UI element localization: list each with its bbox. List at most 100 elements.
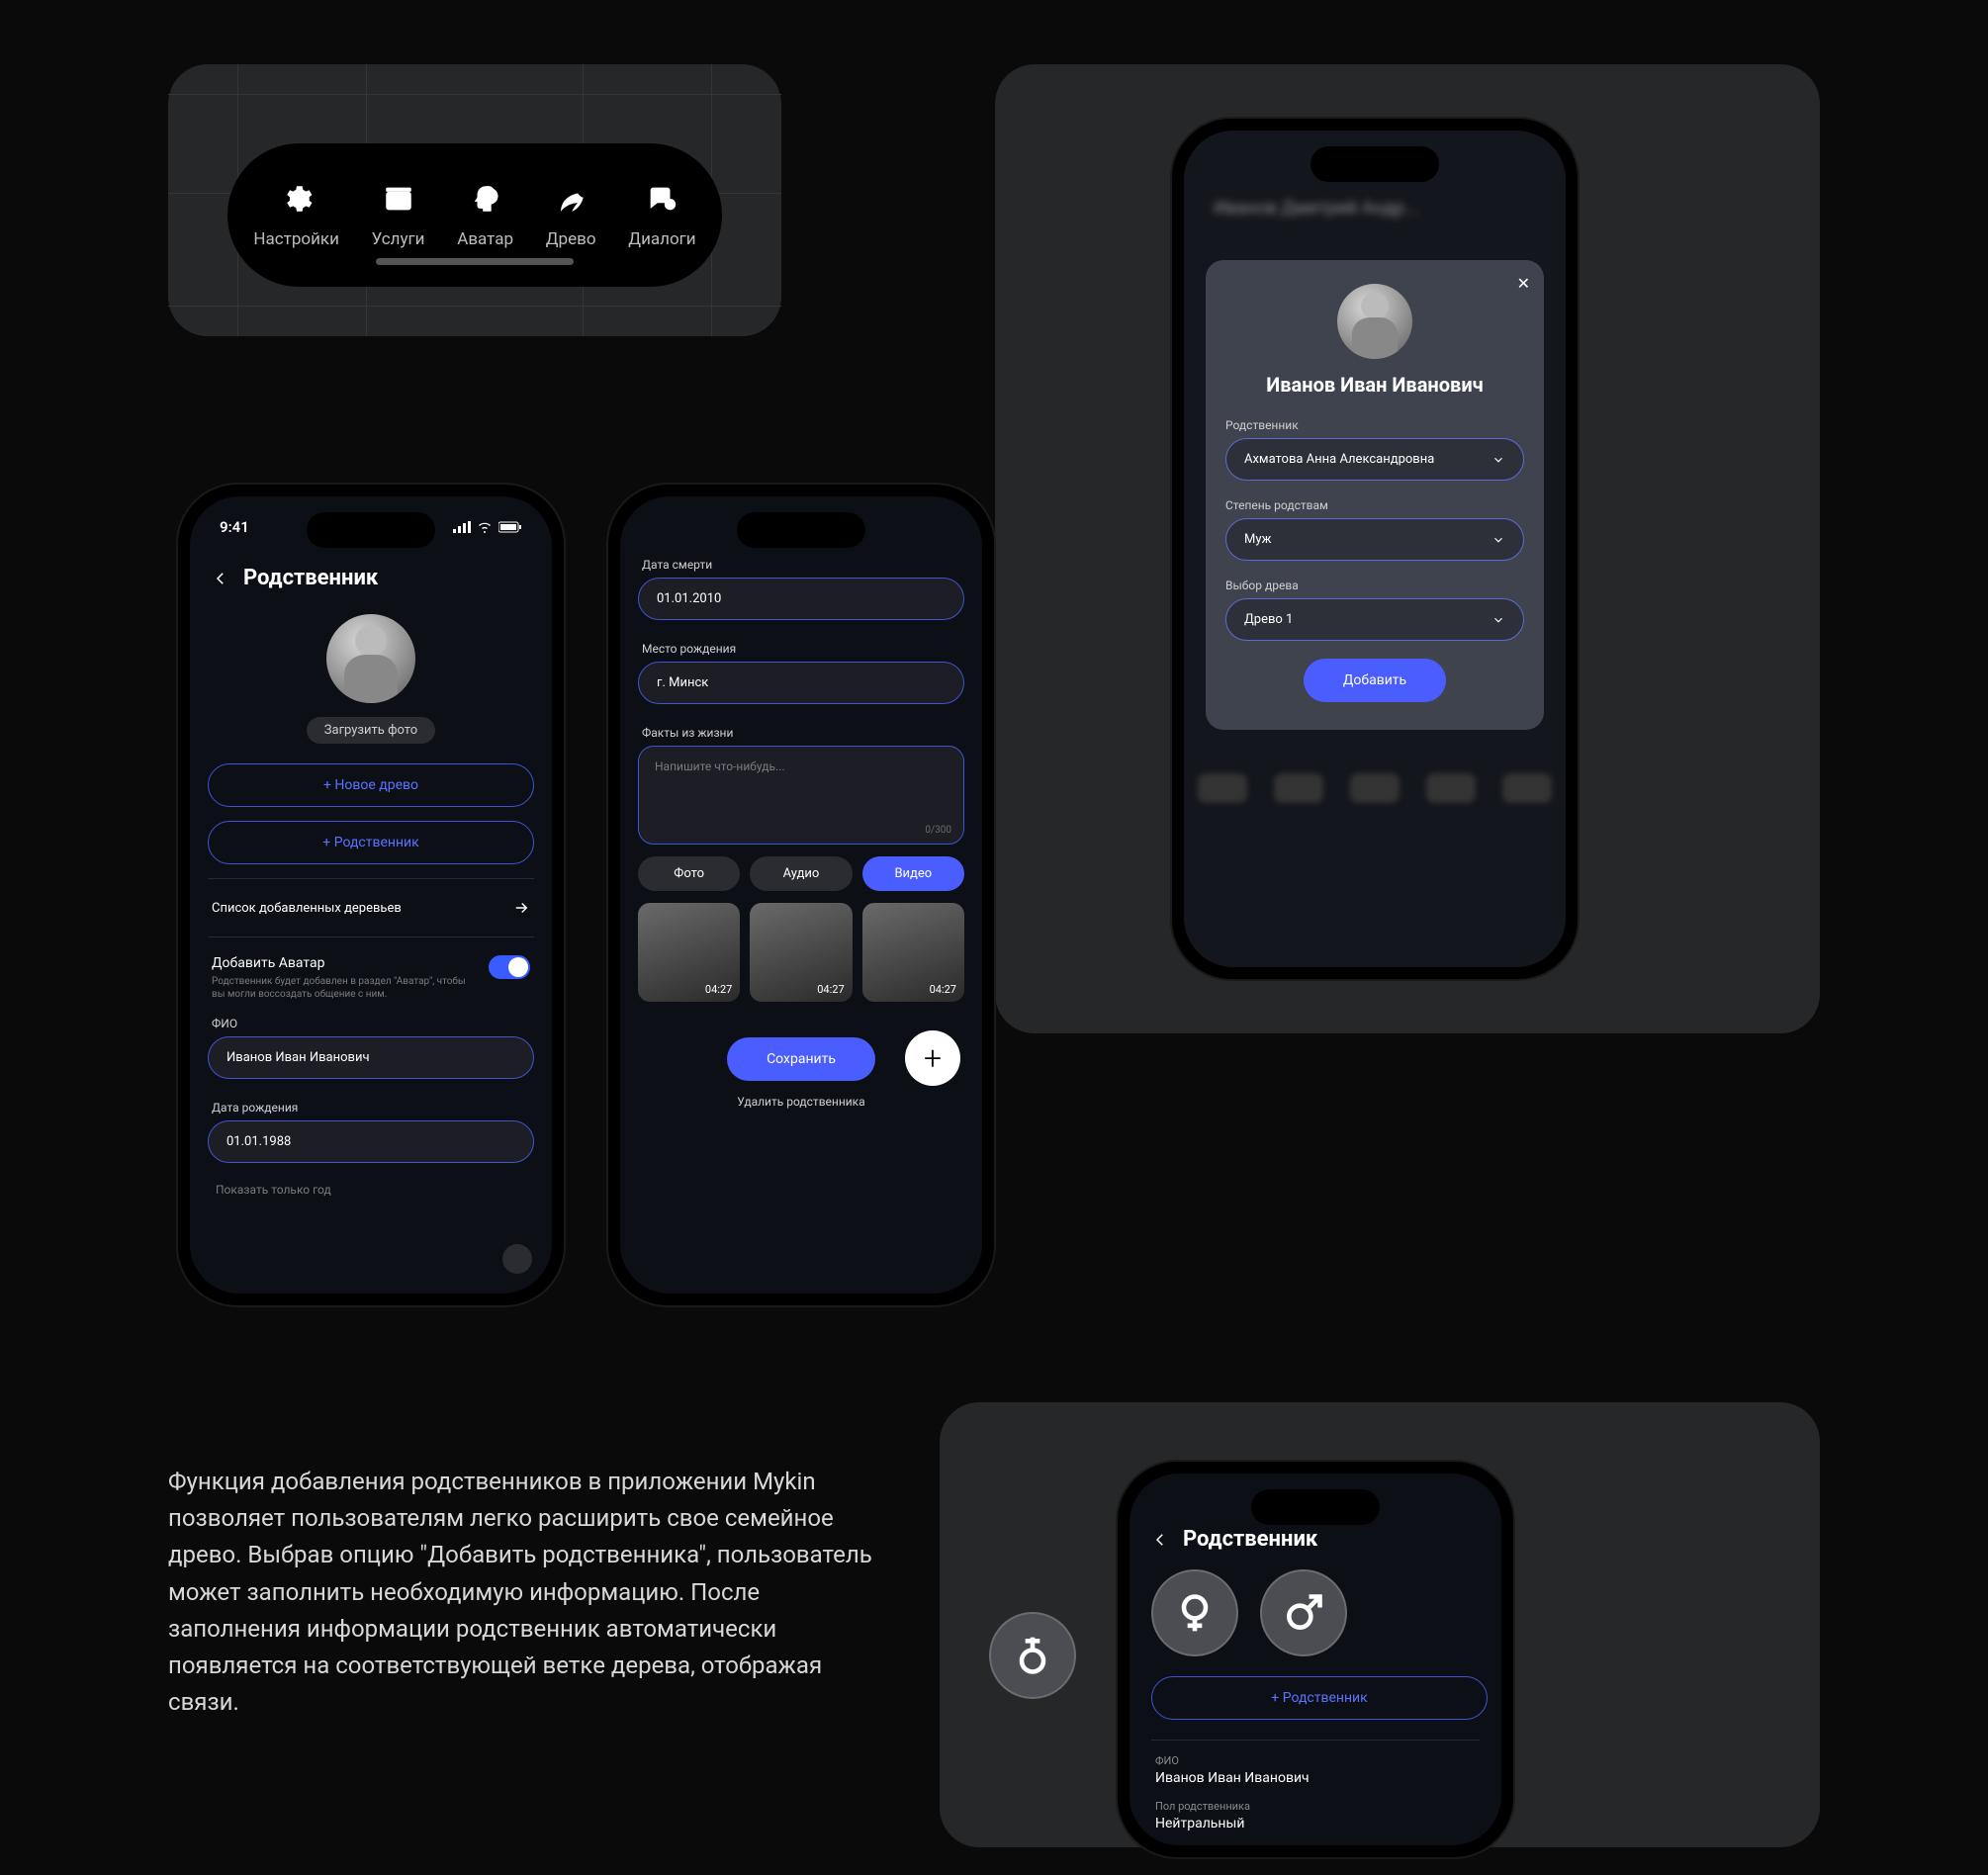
back-icon: [1151, 1531, 1169, 1549]
facts-label: Факты из жизни: [620, 714, 982, 746]
char-counter: 0/300: [925, 825, 951, 836]
toggle-sub: Родственник будет добавлен в раздел "Ава…: [212, 975, 469, 1001]
nav-label: Настройки: [253, 229, 339, 249]
box-icon: [382, 182, 415, 216]
degree-select[interactable]: Муж: [1225, 518, 1524, 561]
nav-label: Аватар: [457, 229, 513, 249]
tab-photo[interactable]: Фото: [638, 856, 740, 891]
degree-select-label: Степень родствам: [1225, 498, 1524, 512]
notch: [1251, 1489, 1380, 1525]
avatar[interactable]: [326, 614, 415, 703]
phone-relative-form-top: 9:41 Родственник Загрузить фото + Новое …: [178, 485, 564, 1305]
add-relative-button[interactable]: + Родственник: [208, 821, 534, 864]
nav-label: Диалоги: [628, 229, 695, 249]
fio-label: ФИО: [190, 1005, 552, 1036]
new-tree-button[interactable]: + Новое древо: [208, 763, 534, 807]
gear-icon: [280, 182, 314, 216]
video-thumbs: 04:27 04:27 04:27: [638, 903, 964, 1002]
facts-placeholder: Напишите что-нибудь...: [655, 759, 785, 773]
gender-value: Нейтральный: [1155, 1816, 1476, 1831]
feature-description: Функция добавления родственников в прило…: [168, 1464, 880, 1721]
modal-person-name: Иванов Иван Иванович: [1225, 373, 1524, 397]
tab-audio[interactable]: Аудио: [750, 856, 852, 891]
fio-label: ФИО: [1155, 1754, 1476, 1767]
select-value: Ахматова Анна Александровна: [1244, 452, 1434, 467]
arrow-right-icon: [512, 899, 530, 917]
dob-input[interactable]: 01.01.1988: [208, 1120, 534, 1163]
header-title: Родственник: [243, 566, 378, 590]
phone-add-relative-modal: Иванов Дмитрий Андр... ✕ Иванов Иван Ива…: [1172, 119, 1578, 979]
fio-input[interactable]: Иванов Иван Иванович: [208, 1036, 534, 1079]
status-icons: [453, 518, 522, 536]
media-tabs: Фото Аудио Видео: [638, 856, 964, 891]
neutral-gender-icon: [1011, 1634, 1054, 1677]
leaf-icon: [554, 182, 587, 216]
dod-label: Дата смерти: [620, 546, 982, 578]
chat-icon: [645, 182, 678, 216]
battery-icon: [498, 521, 522, 533]
toolbar-panel: Настройки Услуги Аватар Древо Диалоги: [168, 64, 781, 336]
male-icon: [1282, 1591, 1325, 1635]
delete-relative-link[interactable]: Удалить родственника: [737, 1095, 864, 1109]
nav-label: Древо: [546, 229, 596, 249]
video-thumb[interactable]: 04:27: [862, 903, 964, 1002]
nav-tree[interactable]: Древо: [546, 182, 596, 249]
back-icon: [212, 570, 229, 587]
tree-select-label: Выбор древа: [1225, 579, 1524, 592]
video-thumb[interactable]: 04:27: [638, 903, 740, 1002]
signal-icon: [453, 521, 471, 533]
corner-dot: [502, 1244, 532, 1274]
nav-dialogs[interactable]: Диалоги: [628, 182, 695, 249]
status-time: 9:41: [220, 518, 249, 536]
relative-modal: ✕ Иванов Иван Иванович Родственник Ахмат…: [1206, 260, 1544, 730]
close-icon[interactable]: ✕: [1517, 274, 1530, 293]
nav-label: Услуги: [372, 229, 425, 249]
phone-gender-select: Родственник + Родственник ФИО Иванов Ива…: [1118, 1462, 1513, 1857]
trees-list-row[interactable]: Список добавленных деревьев: [190, 885, 552, 931]
phone-relative-form-bottom: Дата смерти 01.01.2010 Место рождения г.…: [608, 485, 994, 1305]
female-icon: [1173, 1591, 1217, 1635]
head-icon: [469, 182, 502, 216]
blurred-nav-background: [1184, 759, 1566, 817]
add-button[interactable]: Добавить: [1304, 659, 1446, 702]
birthplace-input[interactable]: г. Минск: [638, 662, 964, 704]
show-year-only[interactable]: Показать только год: [190, 1173, 552, 1206]
relative-select[interactable]: Ахматова Анна Александровна: [1225, 438, 1524, 481]
blurred-name-background: Иванов Дмитрий Андр...: [1184, 186, 1566, 230]
add-avatar-toggle-row: Добавить Аватар Родственник будет добавл…: [190, 943, 552, 1005]
facts-textarea[interactable]: Напишите что-нибудь... 0/300: [638, 746, 964, 845]
add-relative-button[interactable]: + Родственник: [1151, 1676, 1488, 1720]
video-thumb[interactable]: 04:27: [750, 903, 852, 1002]
relative-select-label: Родственник: [1225, 418, 1524, 432]
wifi-icon: [477, 521, 493, 533]
avatar: [1337, 284, 1412, 359]
upload-photo-button[interactable]: Загрузить фото: [307, 717, 435, 744]
chevron-down-icon: [1491, 453, 1505, 467]
birthplace-label: Место рождения: [620, 630, 982, 662]
header-title: Родственник: [1183, 1527, 1317, 1552]
gender-female-icon[interactable]: [1151, 1569, 1238, 1656]
nav-avatar[interactable]: Аватар: [457, 182, 513, 249]
gender-label: Пол родственника: [1155, 1800, 1476, 1813]
save-button[interactable]: Сохранить: [727, 1037, 875, 1081]
tree-select[interactable]: Древо 1: [1225, 598, 1524, 641]
screen-header[interactable]: Родственник: [190, 546, 552, 614]
notch: [307, 512, 435, 548]
toggle-title: Добавить Аватар: [212, 955, 469, 971]
add-media-fab[interactable]: +: [905, 1030, 960, 1086]
gender-male-icon[interactable]: [1260, 1569, 1347, 1656]
chevron-down-icon: [1491, 533, 1505, 547]
dob-label: Дата рождения: [190, 1089, 552, 1120]
add-avatar-switch[interactable]: [489, 955, 530, 979]
home-indicator: [376, 258, 574, 265]
tab-video[interactable]: Видео: [862, 856, 964, 891]
bottom-nav: Настройки Услуги Аватар Древо Диалоги: [227, 143, 722, 287]
nav-services[interactable]: Услуги: [372, 182, 425, 249]
chevron-down-icon: [1491, 613, 1505, 627]
notch: [1310, 146, 1439, 182]
nav-settings[interactable]: Настройки: [253, 182, 339, 249]
select-value: Муж: [1244, 532, 1271, 547]
gender-neutral-icon[interactable]: [989, 1612, 1076, 1699]
dod-input[interactable]: 01.01.2010: [638, 578, 964, 620]
row-label: Список добавленных деревьев: [212, 901, 402, 916]
